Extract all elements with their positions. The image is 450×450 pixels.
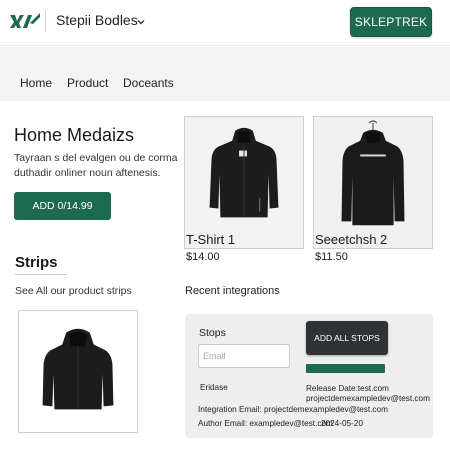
product-name[interactable]: T-Shirt 1 xyxy=(186,232,235,247)
product-card-tshirt[interactable] xyxy=(184,116,304,249)
strip-card-hoodie[interactable] xyxy=(18,310,138,433)
jacket-image xyxy=(185,117,303,248)
release-email: projectdemexampledev@test.com xyxy=(306,394,430,403)
hero-title: Home Medaizs xyxy=(14,125,135,145)
strips-link[interactable]: See All our product strips xyxy=(15,285,132,297)
skleptrek-button[interactable]: SKLEPTREK xyxy=(350,7,432,37)
nav-item-home[interactable]: Home xyxy=(20,76,52,90)
author-email: Author Email: exampledev@test.com xyxy=(198,419,333,428)
product-name[interactable]: Seeetchsh 2 xyxy=(315,232,387,247)
logo-divider xyxy=(45,10,46,32)
panel-title: Stops xyxy=(199,327,226,339)
main-nav: Home Product Doceants xyxy=(0,47,450,101)
add-all-stops-button[interactable]: ADD ALL STOPS xyxy=(306,321,388,355)
hero-description: Tayraan s del evalgen ou de corma duthad… xyxy=(14,152,178,179)
product-card-sweatshirt[interactable] xyxy=(313,116,433,249)
progress-bar xyxy=(306,364,385,373)
chevron-down-icon[interactable] xyxy=(136,14,146,25)
top-bar: Stepii Bodles SKLEPTREK xyxy=(0,0,450,46)
nav-item-documents[interactable]: Doceants xyxy=(123,76,174,90)
brand-logo-icon[interactable] xyxy=(9,11,41,31)
product-price: $14.00 xyxy=(186,251,220,263)
integration-email: Integration Email: projectdemexampledev@… xyxy=(198,405,388,414)
recent-integrations-heading: Recent integrations xyxy=(185,285,280,297)
hoodie-image xyxy=(19,311,137,432)
store-name[interactable]: Stepii Bodles xyxy=(56,12,138,28)
add-to-cart-button[interactable]: ADD 0/14.99 xyxy=(14,192,111,220)
hoodie-image xyxy=(314,117,432,248)
divider xyxy=(15,274,67,275)
strips-heading: Strips xyxy=(15,254,58,271)
integrations-panel: Stops ADD ALL STOPS Eridase Release Date… xyxy=(185,314,433,438)
nav-item-product[interactable]: Product xyxy=(67,76,108,90)
release-label: Eridase xyxy=(200,383,228,392)
email-field[interactable] xyxy=(198,344,290,368)
product-price: $11.50 xyxy=(315,251,348,263)
author-date: 2024-05-20 xyxy=(321,419,363,428)
release-date: Release Date:test.com xyxy=(306,384,389,393)
